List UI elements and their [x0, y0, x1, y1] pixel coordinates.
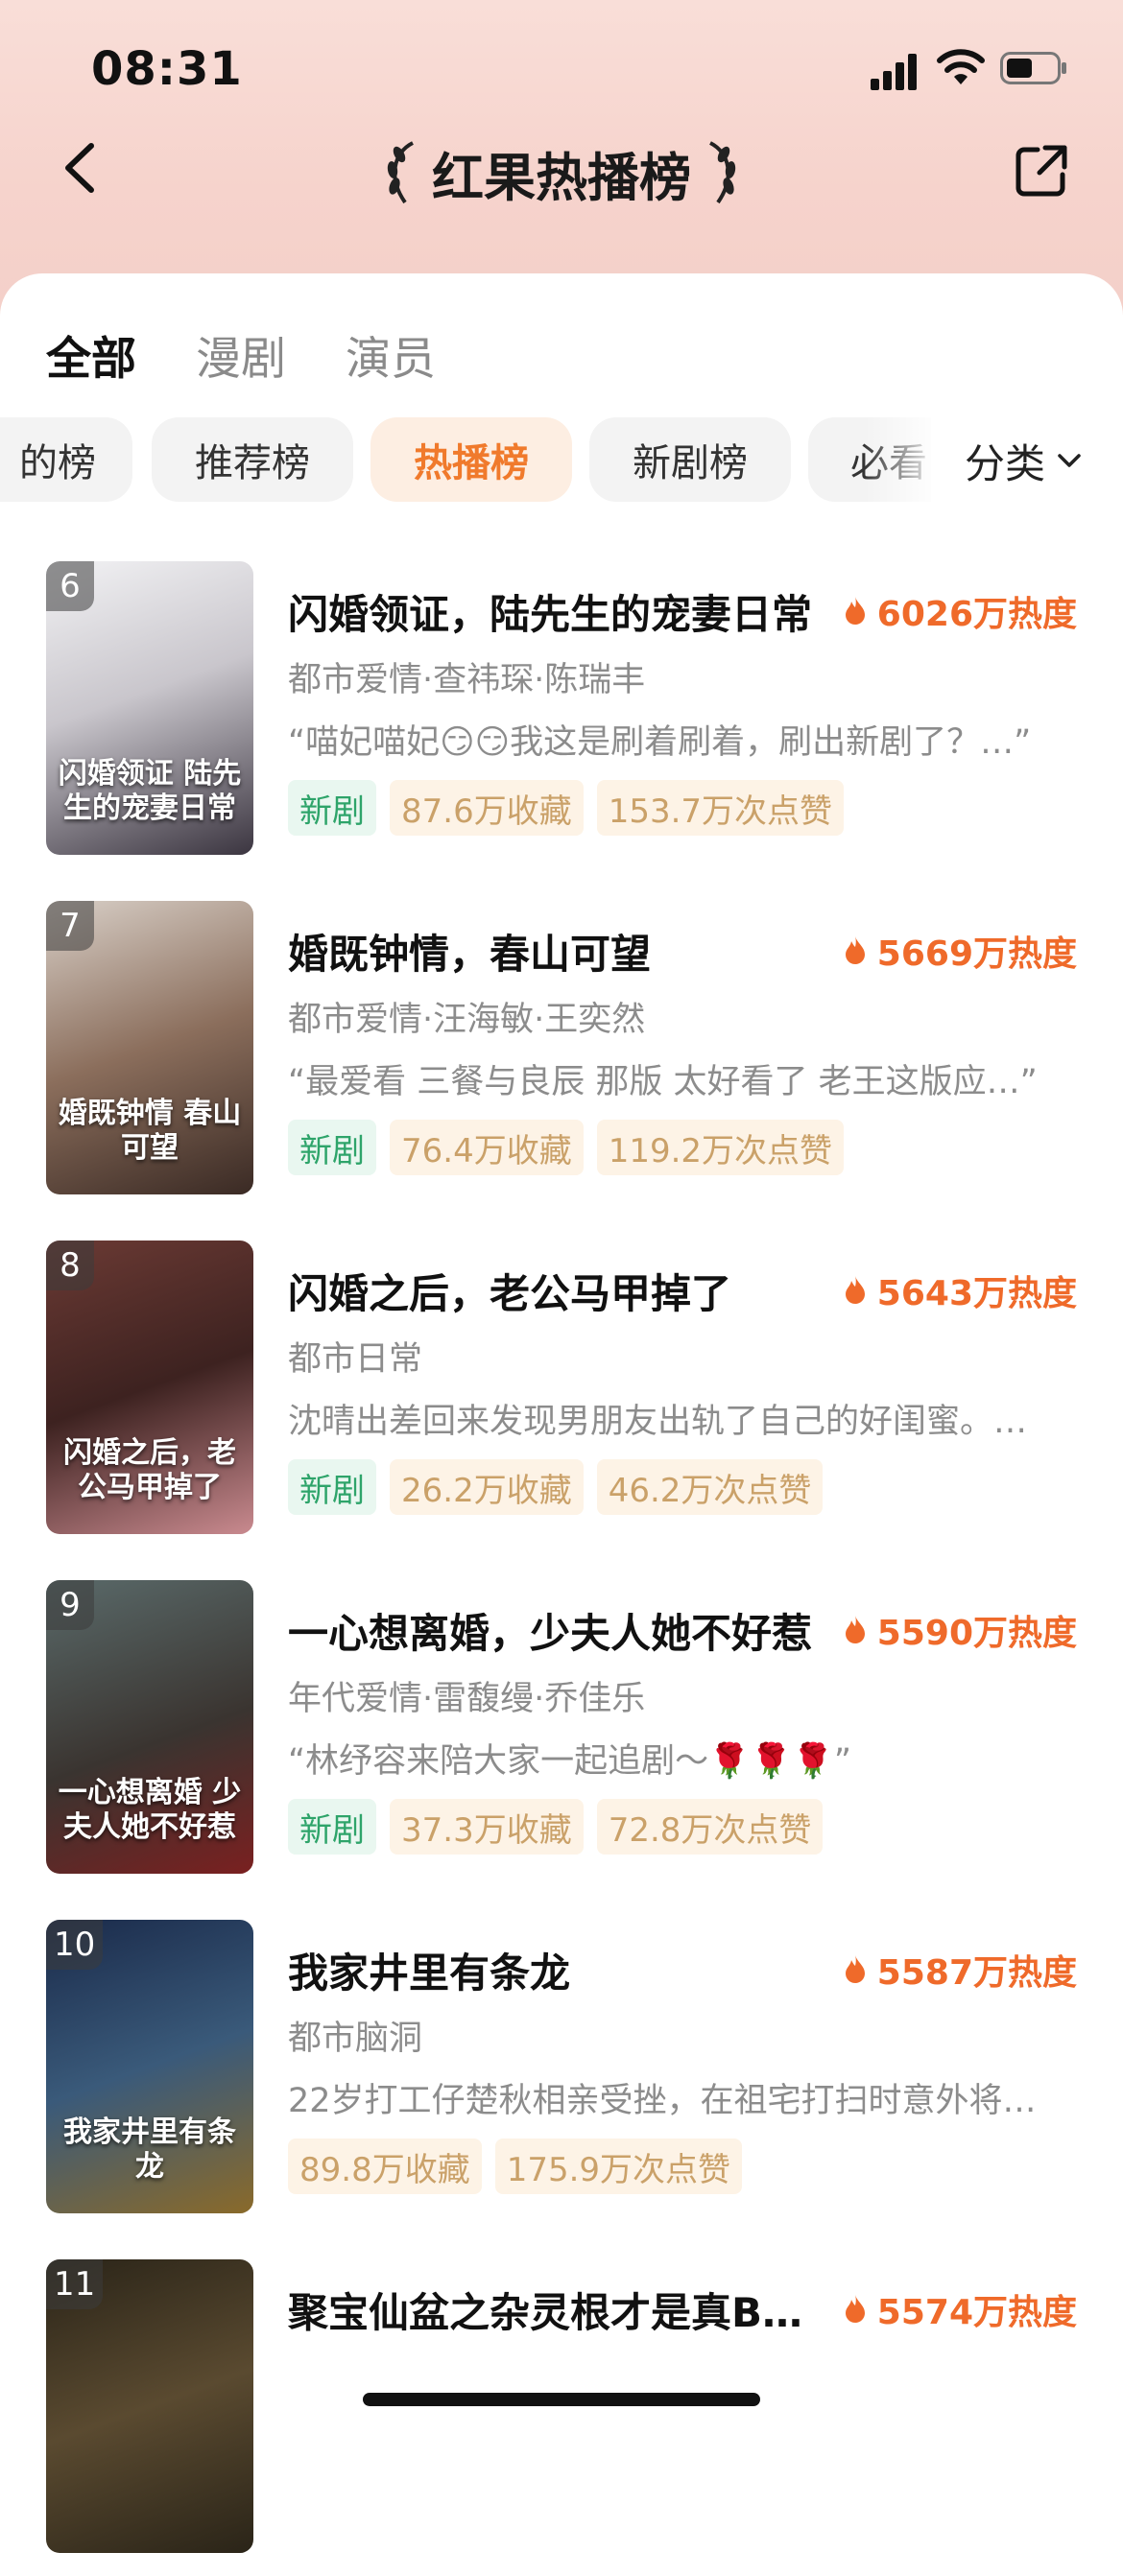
genre-cast: 都市日常	[288, 1340, 423, 1379]
list-item[interactable]: 9 一心想离婚 少夫人她不好惹 一心想离婚，少夫人她不好惹 5590万热度 年代…	[0, 1580, 1123, 1897]
tab-short-drama[interactable]: 漫剧	[196, 321, 286, 388]
chip-prev-ranking[interactable]: 的榜	[0, 417, 132, 502]
signal-icon	[871, 54, 917, 90]
new-drama-tag: 新剧	[288, 1459, 376, 1515]
poster-title-art: 我家井里有条龙	[63, 2115, 236, 2184]
heat-score: 5590万热度	[843, 1605, 1077, 1655]
drama-title[interactable]: 聚宝仙盆之杂灵根才是真BO…	[288, 2281, 825, 2339]
tab-actors[interactable]: 演员	[346, 321, 436, 388]
comment-snippet: “最爱看 三餐与良辰 那版 太好看了 老王这版应…”	[288, 1063, 1038, 1101]
likes-tag: 119.2万次点赞	[596, 1120, 845, 1175]
nav-title-group: 红果热播榜	[370, 134, 753, 211]
rank-badge: 6	[46, 561, 94, 611]
flame-icon	[845, 1616, 865, 1643]
drama-title[interactable]: 一心想离婚，少夫人她不好惹	[288, 1601, 825, 1660]
wifi-icon	[937, 49, 985, 84]
page-title: 红果热播榜	[432, 147, 691, 208]
rank-badge: 9	[46, 1580, 94, 1630]
tag-row: 新剧 26.2万收藏 46.2万次点赞	[288, 1459, 836, 1515]
poster-title-art: 一心想离婚 少夫人她不好惹	[58, 1776, 242, 1844]
poster-image[interactable]: 6 闪婚领证 陆先生的宠妻日常	[46, 561, 253, 855]
tag-row: 新剧 37.3万收藏 72.8万次点赞	[288, 1799, 836, 1855]
comment-snippet: “喵妃喵妃😏😏我这是刷着刷着，刷出新剧了？…”	[288, 723, 1032, 762]
heat-score: 5643万热度	[843, 1265, 1077, 1315]
tag-row: 89.8万收藏 175.9万次点赞	[288, 2139, 755, 2194]
heat-value: 5643万热度	[876, 1274, 1077, 1313]
likes-tag: 46.2万次点赞	[596, 1459, 824, 1515]
heat-score: 5587万热度	[843, 1945, 1077, 1995]
flame-icon	[845, 597, 865, 625]
chip-hot[interactable]: 热播榜	[370, 417, 572, 502]
rank-badge: 8	[46, 1241, 94, 1290]
tag-row: 新剧 76.4万收藏 119.2万次点赞	[288, 1120, 857, 1175]
genre-cast: 都市脑洞	[288, 2020, 423, 2058]
likes-tag: 72.8万次点赞	[596, 1799, 824, 1855]
heat-value: 5587万热度	[876, 1953, 1077, 1993]
comment-snippet: 22岁打工仔楚秋相亲受挫，在祖宅打扫时意外将…	[288, 2082, 1037, 2120]
list-item[interactable]: 6 闪婚领证 陆先生的宠妻日常 闪婚领证，陆先生的宠妻日常 6026万热度 都市…	[0, 561, 1123, 878]
drama-title[interactable]: 我家井里有条龙	[288, 1941, 825, 1999]
chevron-down-icon	[1058, 454, 1081, 467]
rank-badge: 11	[46, 2259, 104, 2309]
poster-title-art: 闪婚领证 陆先生的宠妻日常	[58, 757, 242, 825]
poster-image[interactable]: 7 婚既钟情 春山可望	[46, 901, 253, 1194]
drama-title[interactable]: 婚既钟情，春山可望	[288, 922, 825, 981]
comment-snippet: “林纾容来陪大家一起追剧～🌹🌹🌹”	[288, 1742, 852, 1781]
share-icon[interactable]	[1013, 142, 1070, 200]
genre-cast: 年代爱情·雷馥缦·乔佳乐	[288, 1680, 646, 1718]
flame-icon	[845, 936, 865, 964]
poster-image[interactable]: 9 一心想离婚 少夫人她不好惹	[46, 1580, 253, 1874]
new-drama-tag: 新剧	[288, 780, 376, 836]
heat-value: 5590万热度	[876, 1614, 1077, 1653]
category-label: 分类	[965, 439, 1046, 487]
back-arrow-icon[interactable]	[53, 134, 110, 201]
favorites-tag: 37.3万收藏	[390, 1799, 584, 1855]
comment-snippet: 沈晴出差回来发现男朋友出轨了自己的好闺蜜。…	[288, 1403, 1028, 1441]
chip-row-fade	[864, 413, 941, 508]
list-item[interactable]: 8 闪婚之后，老公马甲掉了 闪婚之后，老公马甲掉了 5643万热度 都市日常 沈…	[0, 1241, 1123, 1557]
list-item[interactable]: 7 婚既钟情 春山可望 婚既钟情，春山可望 5669万热度 都市爱情·汪海敏·王…	[0, 901, 1123, 1217]
flame-icon	[845, 1276, 865, 1304]
genre-cast: 都市爱情·查祎琛·陈瑞丰	[288, 661, 646, 699]
list-item[interactable]: 10 我家井里有条龙 我家井里有条龙 5587万热度 都市脑洞 22岁打工仔楚秋…	[0, 1920, 1123, 2236]
drama-title[interactable]: 闪婚之后，老公马甲掉了	[288, 1262, 825, 1320]
likes-tag: 175.9万次点赞	[494, 2139, 743, 2194]
tab-all[interactable]: 全部	[46, 321, 136, 388]
genre-cast: 都市爱情·汪海敏·王奕然	[288, 1001, 646, 1039]
battery-icon	[1000, 52, 1066, 84]
chip-recommend[interactable]: 推荐榜	[152, 417, 353, 502]
new-drama-tag: 新剧	[288, 1799, 376, 1855]
laurel-left-icon	[387, 141, 415, 204]
chip-new[interactable]: 新剧榜	[589, 417, 791, 502]
drama-title[interactable]: 闪婚领证，陆先生的宠妻日常	[288, 582, 825, 641]
tag-row: 新剧 87.6万收藏 153.7万次点赞	[288, 780, 857, 836]
ranking-chip-row: 的榜 推荐榜 热播榜 新剧榜 必看	[0, 417, 931, 504]
heat-value: 5574万热度	[876, 2293, 1077, 2332]
favorites-tag: 76.4万收藏	[390, 1120, 584, 1175]
new-drama-tag: 新剧	[288, 1120, 376, 1175]
flame-icon	[845, 1955, 865, 1983]
poster-image[interactable]: 10 我家井里有条龙	[46, 1920, 253, 2213]
rank-badge: 10	[46, 1920, 104, 1970]
flame-icon	[845, 2295, 865, 2323]
poster-title-art: 闪婚之后，老公马甲掉了	[63, 1436, 236, 1504]
poster-title-art: 婚既钟情 春山可望	[58, 1097, 242, 1165]
favorites-tag: 87.6万收藏	[390, 780, 584, 836]
category-filter-button[interactable]: 分类	[965, 430, 1086, 491]
poster-image[interactable]: 8 闪婚之后，老公马甲掉了	[46, 1241, 253, 1534]
status-time: 08:31	[91, 42, 243, 96]
likes-tag: 153.7万次点赞	[596, 780, 845, 836]
laurel-right-icon	[708, 141, 736, 204]
home-indicator	[363, 2393, 760, 2406]
poster-image[interactable]: 11	[46, 2259, 253, 2553]
favorites-tag: 89.8万收藏	[288, 2139, 482, 2194]
rank-badge: 7	[46, 901, 94, 951]
heat-value: 5669万热度	[876, 934, 1077, 974]
heat-score: 5669万热度	[843, 926, 1077, 976]
heat-value: 6026万热度	[876, 595, 1077, 634]
favorites-tag: 26.2万收藏	[390, 1459, 584, 1515]
heat-score: 6026万热度	[843, 586, 1077, 636]
heat-score: 5574万热度	[843, 2284, 1077, 2334]
list-item[interactable]: 11 聚宝仙盆之杂灵根才是真BO… 5574万热度	[0, 2259, 1123, 2576]
